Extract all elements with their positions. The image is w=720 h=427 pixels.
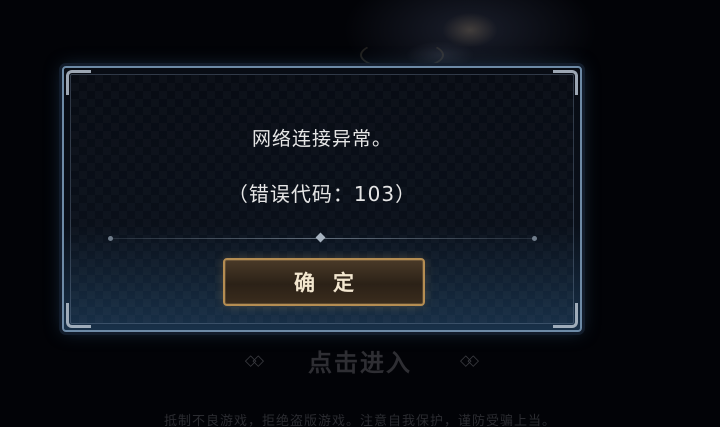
corner-ornament-icon	[66, 70, 91, 95]
divider-dot-icon	[532, 236, 537, 241]
right-diamond-ornament-icon: ◇◇	[460, 351, 479, 369]
network-error-dialog: 网络连接异常。 （错误代码：103） 确定	[62, 66, 582, 332]
corner-ornament-icon	[553, 303, 578, 328]
enter-game-row: ◇◇ 点击进入 ◇◇	[0, 340, 720, 380]
left-diamond-ornament-icon: ◇◇	[244, 351, 264, 369]
confirm-button[interactable]: 确定	[223, 258, 425, 306]
corner-ornament-icon	[66, 303, 91, 328]
game-screen: ◇◇ 点击进入 ◇◇ 抵制不良游戏，拒绝盗版游戏。注意自我保护，谨防受骗上当。 …	[0, 0, 720, 427]
error-message: 网络连接异常。	[251, 128, 392, 150]
error-code: （错误代码：103）	[227, 182, 417, 206]
enter-game-button[interactable]: 点击进入	[308, 343, 412, 378]
divider-dot-icon	[108, 236, 113, 241]
confirm-button-label: 确定	[294, 271, 372, 295]
corner-ornament-icon	[553, 70, 578, 95]
health-notice-text: 抵制不良游戏，拒绝盗版游戏。注意自我保护，谨防受骗上当。	[163, 414, 556, 427]
